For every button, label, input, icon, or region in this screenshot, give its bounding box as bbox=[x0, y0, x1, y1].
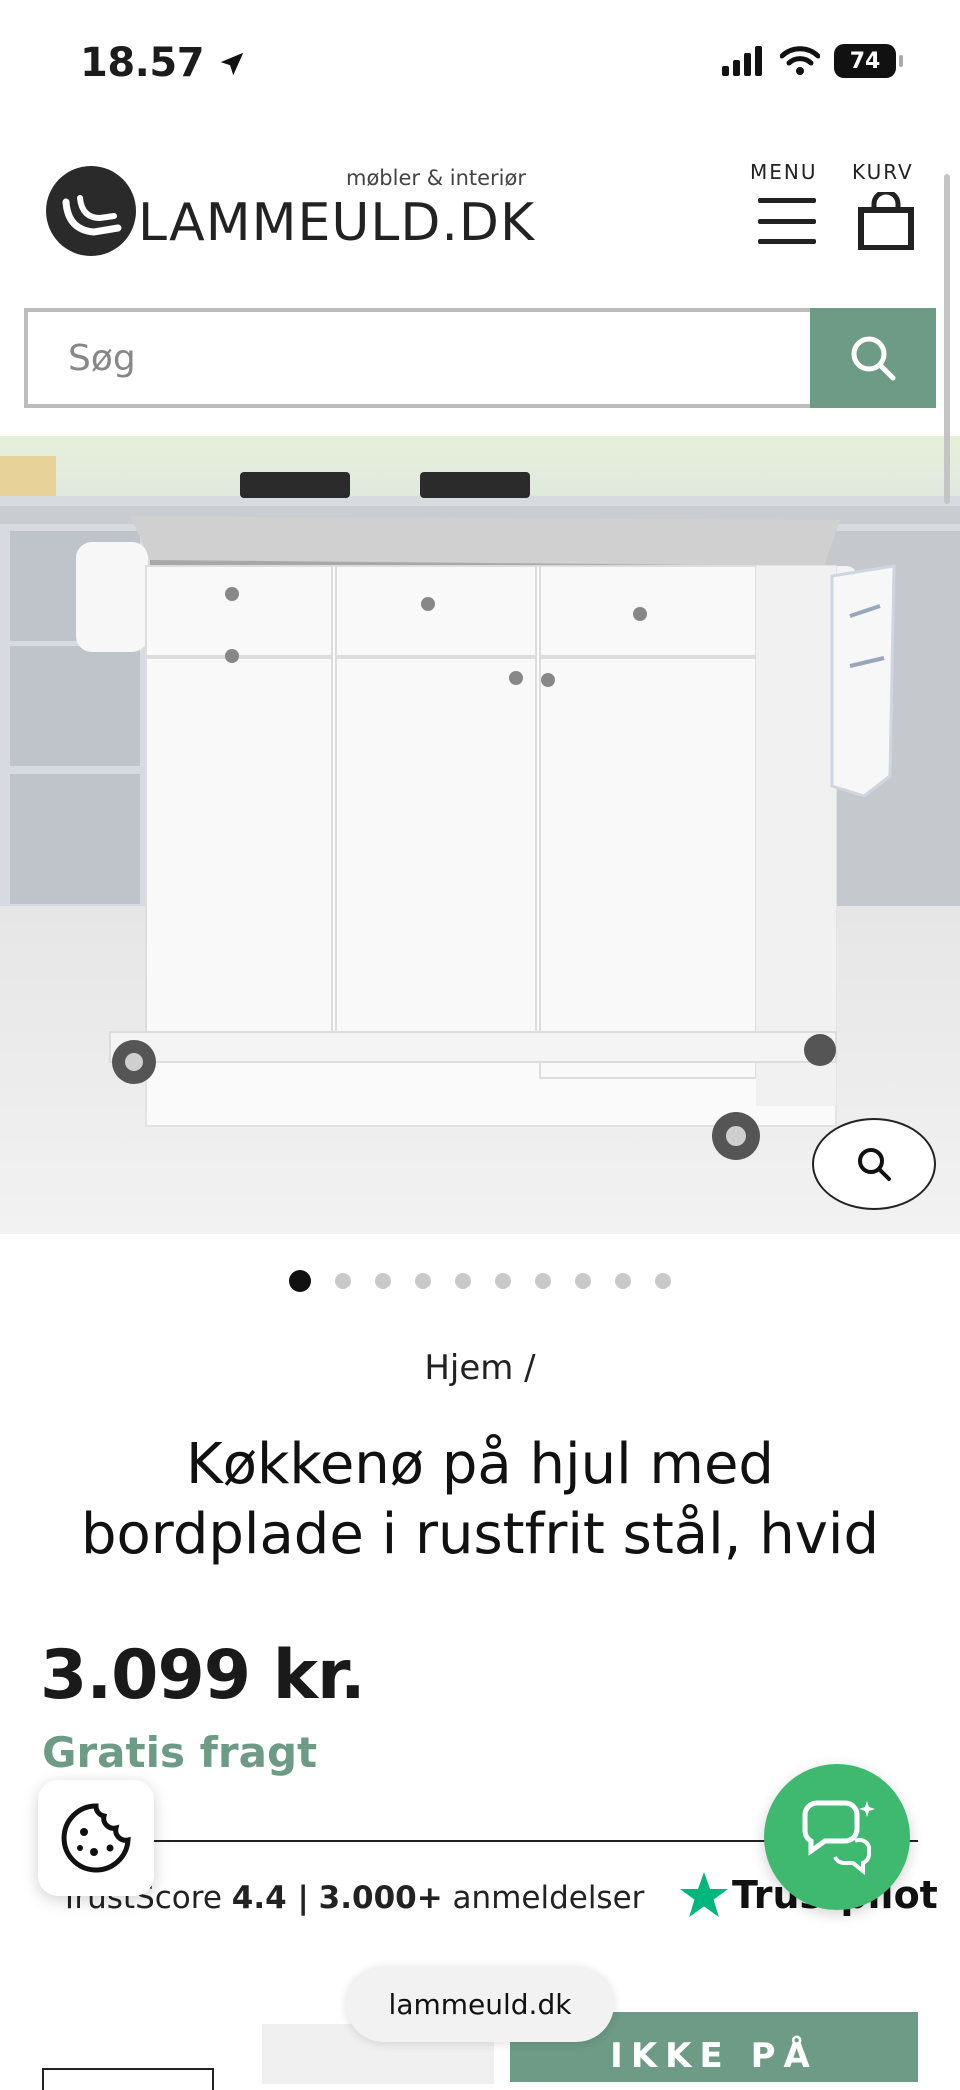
carousel-dot[interactable] bbox=[655, 1273, 671, 1289]
trustpilot-star-icon bbox=[680, 1872, 728, 1917]
carousel-dot[interactable] bbox=[415, 1273, 431, 1289]
scrollbar[interactable] bbox=[944, 174, 950, 504]
carousel-dot[interactable] bbox=[289, 1270, 311, 1292]
signal-icon bbox=[722, 46, 762, 76]
carousel-dot[interactable] bbox=[615, 1273, 631, 1289]
quantity-stepper[interactable] bbox=[42, 2068, 214, 2090]
carousel-dot[interactable] bbox=[375, 1273, 391, 1289]
review-count: 3.000+ bbox=[318, 1880, 443, 1916]
search-input[interactable]: Søg bbox=[24, 308, 810, 408]
carousel-dot[interactable] bbox=[535, 1273, 551, 1289]
cookie-icon bbox=[61, 1803, 131, 1873]
carousel-dot[interactable] bbox=[575, 1273, 591, 1289]
cart-bag-icon[interactable] bbox=[856, 192, 916, 250]
logo-tagline: møbler & interiør bbox=[346, 166, 526, 190]
carousel-dot[interactable] bbox=[335, 1273, 351, 1289]
status-indicators: 74 bbox=[722, 44, 903, 78]
product-title: Køkkenø på hjul med bordplade i rustfrit… bbox=[80, 1432, 880, 1567]
search-button[interactable] bbox=[810, 308, 936, 408]
cookie-settings-button[interactable] bbox=[38, 1780, 154, 1896]
search-bar: Søg bbox=[24, 308, 936, 408]
browser-url-bar[interactable]: lammeuld.dk bbox=[346, 1966, 614, 2042]
location-arrow-icon bbox=[221, 52, 244, 76]
kitchen-island-illustration bbox=[0, 436, 960, 1234]
product-image[interactable] bbox=[0, 436, 960, 1234]
chat-bubbles-icon bbox=[802, 1800, 875, 1876]
zoom-button[interactable] bbox=[812, 1118, 936, 1210]
menu-label[interactable]: MENU bbox=[750, 160, 818, 184]
cart-label[interactable]: KURV bbox=[852, 160, 914, 184]
wifi-icon bbox=[780, 46, 820, 75]
breadcrumb[interactable]: Hjem / bbox=[0, 1348, 960, 1388]
trustscore-value: 4.4 | bbox=[231, 1880, 309, 1916]
carousel-dot[interactable] bbox=[455, 1273, 471, 1289]
logo-mark[interactable] bbox=[46, 166, 136, 256]
review-label: anmeldelser bbox=[452, 1880, 645, 1916]
carousel-dots bbox=[0, 1270, 960, 1292]
logo-chair-icon bbox=[55, 175, 127, 247]
carousel-dot[interactable] bbox=[495, 1273, 511, 1289]
shipping-info: Gratis fragt bbox=[42, 1728, 318, 1777]
search-icon bbox=[851, 336, 896, 381]
menu-icon[interactable] bbox=[758, 198, 816, 244]
logo-wordmark[interactable]: LAMMEULD.DK bbox=[138, 193, 535, 253]
battery-indicator: 74 bbox=[834, 44, 903, 78]
zoom-search-icon bbox=[858, 1148, 891, 1181]
chat-button[interactable] bbox=[764, 1764, 910, 1910]
status-time: 18.57 bbox=[80, 40, 247, 86]
product-price: 3.099 kr. bbox=[40, 1636, 366, 1715]
